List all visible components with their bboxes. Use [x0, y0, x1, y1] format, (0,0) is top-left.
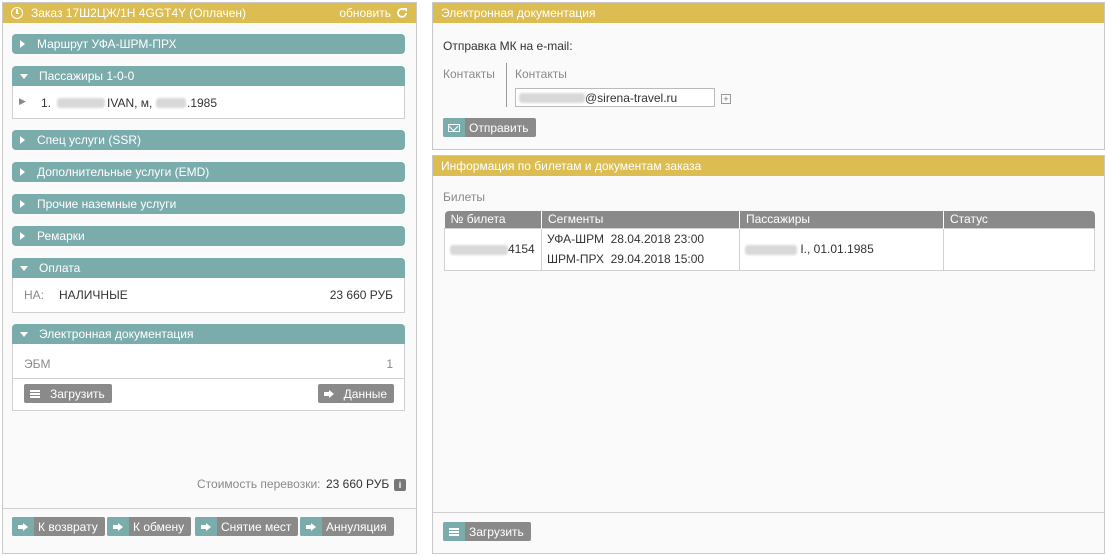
tickets-table: № билета Сегменты Пассажиры Статус 4154 … — [444, 211, 1095, 271]
cancel-button[interactable]: Аннуляция — [300, 517, 394, 536]
data-button[interactable]: Данные — [317, 384, 394, 403]
section-payment[interactable]: Оплата НА: НАЛИЧНЫЕ 23 660 РУБ — [12, 258, 405, 313]
cost-label: Стоимость перевозки: — [197, 477, 321, 491]
info-icon[interactable]: i — [394, 479, 406, 491]
section-ssr[interactable]: Спец услуги (SSR) — [12, 130, 405, 150]
passenger-name: IVAN, м, — [107, 96, 153, 110]
remove-seats-button[interactable]: Снятие мест — [195, 517, 299, 536]
collapse-icon — [20, 331, 28, 337]
envelope-icon — [448, 123, 460, 132]
passenger-year: .1985 — [187, 96, 218, 110]
section-emd[interactable]: Дополнительные услуги (EMD) — [12, 162, 405, 182]
blurred-surname — [745, 244, 797, 255]
col-segments: Сегменты — [541, 211, 740, 228]
list-icon — [30, 389, 40, 398]
col-ticket: № билета — [444, 211, 542, 228]
email-input[interactable]: @sirena-travel.ru — [515, 88, 715, 107]
list-icon — [449, 527, 459, 536]
tickets-load-button[interactable]: Загрузить — [443, 522, 531, 541]
blurred-email-user — [519, 92, 585, 103]
order-header: Заказ 17Ш2ЦЖ/1Н 4GGT4Y (Оплачен) обновит… — [3, 3, 416, 23]
arrow-right-icon — [18, 522, 28, 531]
refresh-icon[interactable] — [396, 7, 408, 19]
clock-icon — [11, 7, 23, 19]
send-button[interactable]: Отправить — [443, 118, 536, 137]
blurred-ticket — [450, 244, 508, 255]
email-label: Отправка МК на e-mail: — [443, 39, 573, 53]
tickets-panel-title: Информация по билетам и документам заказ… — [441, 159, 702, 173]
edoc-body: ЭБМ 1 Загрузить Данные — [12, 344, 405, 411]
bullet-icon: ▶ — [19, 96, 26, 106]
payment-amount: 23 660 РУБ — [329, 288, 393, 302]
edoc-label: ЭБМ — [24, 357, 51, 371]
cost-value: 23 660 РУБ — [326, 477, 390, 491]
edoc-panel: Электронная документация Отправка МК на … — [432, 2, 1105, 150]
refund-button[interactable]: К возврату — [12, 517, 105, 536]
section-remarks[interactable]: Ремарки — [12, 226, 405, 246]
tickets-subtitle: Билеты — [443, 190, 485, 204]
ticket-number: 4154 — [444, 227, 542, 271]
blurred-surname — [57, 98, 105, 108]
payment-type: НАЛИЧНЫЕ — [59, 288, 128, 302]
expand-icon — [20, 168, 25, 176]
col-status: Статус — [943, 211, 1095, 228]
contacts-left: Контакты — [443, 67, 495, 81]
arrow-right-icon — [306, 522, 316, 531]
order-title: Заказ 17Ш2ЦЖ/1Н 4GGT4Y (Оплачен) — [31, 6, 247, 20]
edoc-count: 1 — [386, 357, 393, 371]
passenger-cell: I., 01.01.1985 — [739, 227, 944, 271]
section-edoc[interactable]: Электронная документация ЭБМ 1 Загрузить… — [12, 324, 405, 411]
blurred-birthdate — [156, 98, 186, 108]
passenger-list: ▶ 1. IVAN, м, .1985 — [12, 86, 405, 119]
status-cell — [943, 227, 1095, 271]
table-header: № билета Сегменты Пассажиры Статус — [444, 211, 1095, 228]
expand-icon — [20, 40, 25, 48]
section-ground[interactable]: Прочие наземные услуги — [12, 194, 405, 214]
add-contact-icon[interactable]: + — [721, 94, 731, 104]
passenger-number: 1. — [41, 96, 52, 110]
arrow-right-icon — [113, 522, 123, 531]
expand-icon — [20, 200, 25, 208]
collapse-icon — [20, 265, 28, 271]
table-row[interactable]: 4154 УФА-ШРМ 28.04.2018 23:00 ШРМ-ПРХ 29.… — [444, 227, 1095, 271]
collapse-icon — [20, 73, 28, 79]
segments-cell: УФА-ШРМ 28.04.2018 23:00 ШРМ-ПРХ 29.04.20… — [541, 227, 740, 271]
payment-code: НА: — [24, 288, 45, 302]
arrow-right-icon — [323, 389, 334, 398]
edoc-panel-title: Электронная документация — [441, 6, 596, 20]
tickets-panel: Информация по билетам и документам заказ… — [432, 155, 1105, 554]
expand-icon — [20, 136, 25, 144]
col-passengers: Пассажиры — [739, 211, 944, 228]
exchange-button[interactable]: К обмену — [107, 517, 192, 536]
refresh-link[interactable]: обновить — [339, 3, 408, 23]
payment-row: НА: НАЛИЧНЫЕ 23 660 РУБ — [12, 278, 405, 313]
load-button[interactable]: Загрузить — [24, 384, 112, 403]
expand-icon — [20, 232, 25, 240]
section-passengers[interactable]: Пассажиры 1-0-0 ▶ 1. IVAN, м, .1985 — [12, 66, 405, 119]
section-route[interactable]: Маршрут УФА-ШРМ-ПРХ — [12, 34, 405, 54]
contacts-right: Контакты — [515, 67, 567, 81]
arrow-right-icon — [201, 522, 211, 531]
